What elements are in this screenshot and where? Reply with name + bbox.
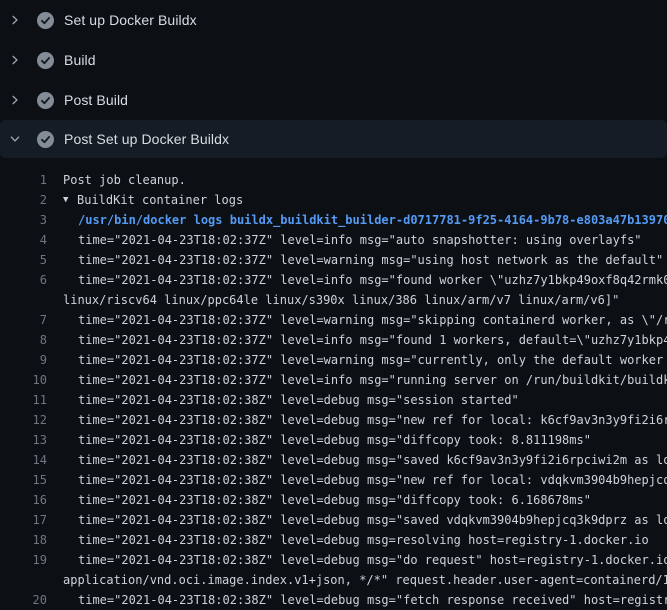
log-line: 2 ▼ BuildKit container logs bbox=[0, 190, 667, 210]
log-line: 11 time="2021-04-23T18:02:38Z" level=deb… bbox=[0, 390, 667, 410]
check-circle-icon bbox=[37, 52, 54, 69]
line-number[interactable]: 9 bbox=[0, 350, 47, 370]
chevron-right-icon bbox=[9, 54, 21, 66]
step-label: Build bbox=[64, 52, 96, 68]
log-line: 6 time="2021-04-23T18:02:37Z" level=info… bbox=[0, 270, 667, 290]
check-circle-icon bbox=[37, 131, 54, 148]
check-circle-icon bbox=[37, 92, 54, 109]
step-row-post-build[interactable]: Post Build bbox=[0, 80, 667, 120]
log-line-text: time="2021-04-23T18:02:38Z" level=debug … bbox=[78, 430, 591, 450]
log-line: 15 time="2021-04-23T18:02:38Z" level=deb… bbox=[0, 470, 667, 490]
log-line: 12 time="2021-04-23T18:02:38Z" level=deb… bbox=[0, 410, 667, 430]
log-line: 1 Post job cleanup. bbox=[0, 170, 667, 190]
line-number[interactable]: 2 bbox=[0, 190, 47, 210]
line-number[interactable]: 16 bbox=[0, 490, 47, 510]
log-line-text: time="2021-04-23T18:02:38Z" level=debug … bbox=[78, 470, 667, 490]
line-number[interactable]: 15 bbox=[0, 470, 47, 490]
step-row-post-set-up-docker-buildx[interactable]: Post Set up Docker Buildx bbox=[0, 120, 667, 158]
log-line-text: time="2021-04-23T18:02:37Z" level=info m… bbox=[78, 370, 667, 390]
line-number[interactable]: 8 bbox=[0, 330, 47, 350]
line-number[interactable]: 18 bbox=[0, 530, 47, 550]
log-line: 7 time="2021-04-23T18:02:37Z" level=warn… bbox=[0, 310, 667, 330]
log-line: 4 time="2021-04-23T18:02:37Z" level=info… bbox=[0, 230, 667, 250]
log-line-text: time="2021-04-23T18:02:38Z" level=debug … bbox=[78, 450, 667, 470]
log-line: 8 time="2021-04-23T18:02:37Z" level=info… bbox=[0, 330, 667, 350]
step-row-build[interactable]: Build bbox=[0, 40, 667, 80]
log-line-text: time="2021-04-23T18:02:37Z" level=info m… bbox=[78, 230, 642, 250]
log-line-text: time="2021-04-23T18:02:38Z" level=debug … bbox=[78, 550, 667, 570]
line-number[interactable] bbox=[0, 570, 47, 590]
line-number[interactable]: 3 bbox=[0, 210, 47, 230]
log-line: 5 time="2021-04-23T18:02:37Z" level=warn… bbox=[0, 250, 667, 270]
check-circle-icon bbox=[37, 12, 54, 29]
step-label: Set up Docker Buildx bbox=[64, 12, 197, 28]
log-line: application/vnd.oci.image.index.v1+json,… bbox=[0, 570, 667, 590]
step-row-set-up-docker-buildx[interactable]: Set up Docker Buildx bbox=[0, 0, 667, 40]
line-number[interactable] bbox=[0, 290, 47, 310]
line-number[interactable]: 20 bbox=[0, 590, 47, 610]
chevron-down-icon bbox=[9, 133, 21, 145]
log-line-text: time="2021-04-23T18:02:37Z" level=info m… bbox=[78, 270, 667, 290]
log-line-text: time="2021-04-23T18:02:38Z" level=debug … bbox=[78, 490, 591, 510]
line-number[interactable]: 1 bbox=[0, 170, 47, 190]
log-line-text: time="2021-04-23T18:02:38Z" level=debug … bbox=[78, 410, 667, 430]
group-caret-icon[interactable]: ▼ bbox=[63, 190, 77, 210]
log-line: 19 time="2021-04-23T18:02:38Z" level=deb… bbox=[0, 550, 667, 570]
log-line-text: time="2021-04-23T18:02:37Z" level=warnin… bbox=[78, 310, 667, 330]
log-area: 1 Post job cleanup. 2 ▼ BuildKit contain… bbox=[0, 158, 667, 610]
log-line: 18 time="2021-04-23T18:02:38Z" level=deb… bbox=[0, 530, 667, 550]
log-line-text: time="2021-04-23T18:02:37Z" level=info m… bbox=[78, 330, 667, 350]
log-line-text: time="2021-04-23T18:02:38Z" level=debug … bbox=[78, 390, 519, 410]
log-line: 14 time="2021-04-23T18:02:38Z" level=deb… bbox=[0, 450, 667, 470]
chevron-right-icon bbox=[9, 14, 21, 26]
line-number[interactable]: 17 bbox=[0, 510, 47, 530]
log-line-text: time="2021-04-23T18:02:38Z" level=debug … bbox=[78, 590, 667, 610]
line-number[interactable]: 19 bbox=[0, 550, 47, 570]
log-line-text: time="2021-04-23T18:02:38Z" level=debug … bbox=[78, 530, 649, 550]
log-line-text[interactable]: BuildKit container logs bbox=[77, 190, 243, 210]
log-line: linux/riscv64 linux/ppc64le linux/s390x … bbox=[0, 290, 667, 310]
log-line-text: linux/riscv64 linux/ppc64le linux/s390x … bbox=[63, 290, 619, 310]
log-line: 16 time="2021-04-23T18:02:38Z" level=deb… bbox=[0, 490, 667, 510]
line-number[interactable]: 4 bbox=[0, 230, 47, 250]
line-number[interactable]: 13 bbox=[0, 430, 47, 450]
line-number[interactable]: 7 bbox=[0, 310, 47, 330]
line-number[interactable]: 5 bbox=[0, 250, 47, 270]
line-number[interactable]: 12 bbox=[0, 410, 47, 430]
line-number[interactable]: 6 bbox=[0, 270, 47, 290]
log-line-text: application/vnd.oci.image.index.v1+json,… bbox=[63, 570, 667, 590]
log-line-text: Post job cleanup. bbox=[63, 170, 186, 190]
chevron-right-icon bbox=[9, 94, 21, 106]
log-line: 9 time="2021-04-23T18:02:37Z" level=warn… bbox=[0, 350, 667, 370]
log-line: 20 time="2021-04-23T18:02:38Z" level=deb… bbox=[0, 590, 667, 610]
step-label: Post Build bbox=[64, 92, 128, 108]
log-line-text: time="2021-04-23T18:02:38Z" level=debug … bbox=[78, 510, 667, 530]
steps-list: Set up Docker Buildx Build bbox=[0, 0, 667, 158]
log-line: 17 time="2021-04-23T18:02:38Z" level=deb… bbox=[0, 510, 667, 530]
line-number[interactable]: 11 bbox=[0, 390, 47, 410]
log-line: 3 /usr/bin/docker logs buildx_buildkit_b… bbox=[0, 210, 667, 230]
log-line: 10 time="2021-04-23T18:02:37Z" level=inf… bbox=[0, 370, 667, 390]
log-line-text: time="2021-04-23T18:02:37Z" level=warnin… bbox=[78, 350, 667, 370]
log-line-text: /usr/bin/docker logs buildx_buildkit_bui… bbox=[78, 210, 667, 230]
log-line-text: time="2021-04-23T18:02:37Z" level=warnin… bbox=[78, 250, 663, 270]
step-label: Post Set up Docker Buildx bbox=[64, 131, 229, 147]
line-number[interactable]: 14 bbox=[0, 450, 47, 470]
line-number[interactable]: 10 bbox=[0, 370, 47, 390]
log-line: 13 time="2021-04-23T18:02:38Z" level=deb… bbox=[0, 430, 667, 450]
